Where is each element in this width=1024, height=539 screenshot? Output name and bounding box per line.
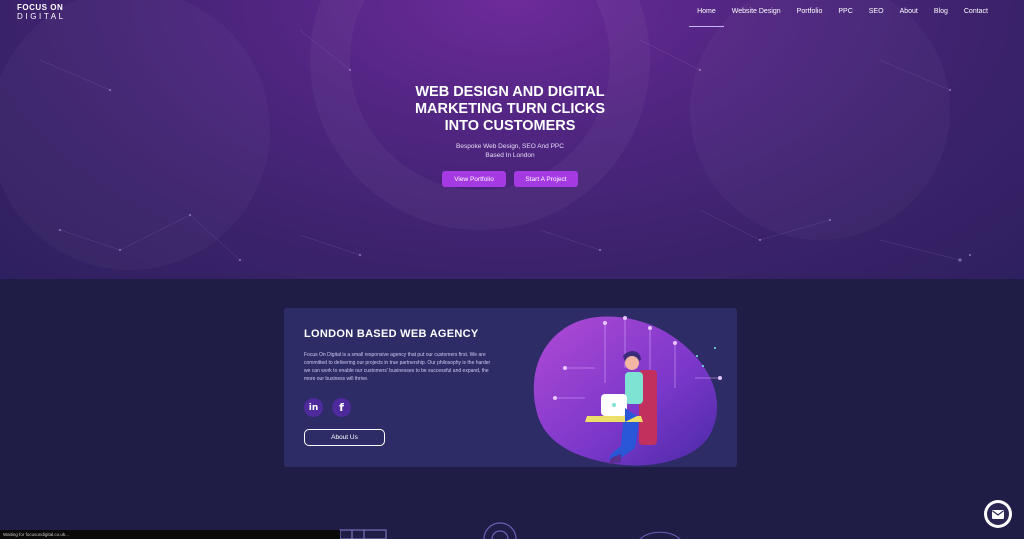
hero-section: FOCUS ON DIGITAL Home Website Design Por… [0, 0, 1024, 279]
facebook-icon[interactable]: f [332, 398, 351, 417]
hero-subtitle-line: Bespoke Web Design, SEO And PPC [456, 143, 564, 150]
linkedin-icon[interactable]: in [304, 398, 323, 417]
nav-item-ppc[interactable]: PPC [830, 8, 860, 22]
about-us-button[interactable]: About Us [304, 429, 385, 446]
start-project-button[interactable]: Start A Project [514, 171, 578, 187]
agency-description: Focus On Digital is a small responsive a… [304, 352, 491, 382]
agency-card: LONDON BASED WEB AGENCY Focus On Digital… [284, 308, 737, 467]
nav-item-contact[interactable]: Contact [956, 8, 996, 22]
browser-status-bar: Waiting for focusondigital.co.uk... [0, 530, 340, 539]
brand-logo-line1: FOCUS ON [17, 3, 64, 12]
view-portfolio-button[interactable]: View Portfolio [442, 171, 506, 187]
nav-item-home[interactable]: Home [689, 8, 724, 27]
hero-title-line: INTO CUSTOMERS [444, 118, 576, 134]
hero-title-line: WEB DESIGN AND DIGITAL [415, 84, 605, 100]
brand-logo-line2: DIGITAL [17, 12, 66, 21]
brand-logo[interactable]: FOCUS ON DIGITAL [17, 4, 66, 21]
hero-title-line: MARKETING TURN CLICKS [414, 101, 606, 117]
network-background [39, 0, 972, 262]
hero-subtitle: Bespoke Web Design, SEO And PPC Based In… [420, 142, 600, 160]
nav-item-about[interactable]: About [892, 8, 926, 22]
nav-item-portfolio[interactable]: Portfolio [789, 8, 831, 22]
chat-button[interactable] [984, 500, 1012, 528]
envelope-icon [987, 503, 1009, 525]
hero-title: WEB DESIGN AND DIGITAL MARKETING TURN CL… [370, 84, 650, 135]
main-nav: Home Website Design Portfolio PPC SEO Ab… [689, 8, 996, 27]
agency-title: LONDON BASED WEB AGENCY [304, 328, 479, 340]
nav-item-website-design[interactable]: Website Design [724, 8, 789, 22]
nav-item-blog[interactable]: Blog [926, 8, 956, 22]
hero-subtitle-line: Based In London [485, 152, 535, 159]
nav-item-seo[interactable]: SEO [861, 8, 892, 22]
person-at-computer-illustration [533, 316, 722, 466]
